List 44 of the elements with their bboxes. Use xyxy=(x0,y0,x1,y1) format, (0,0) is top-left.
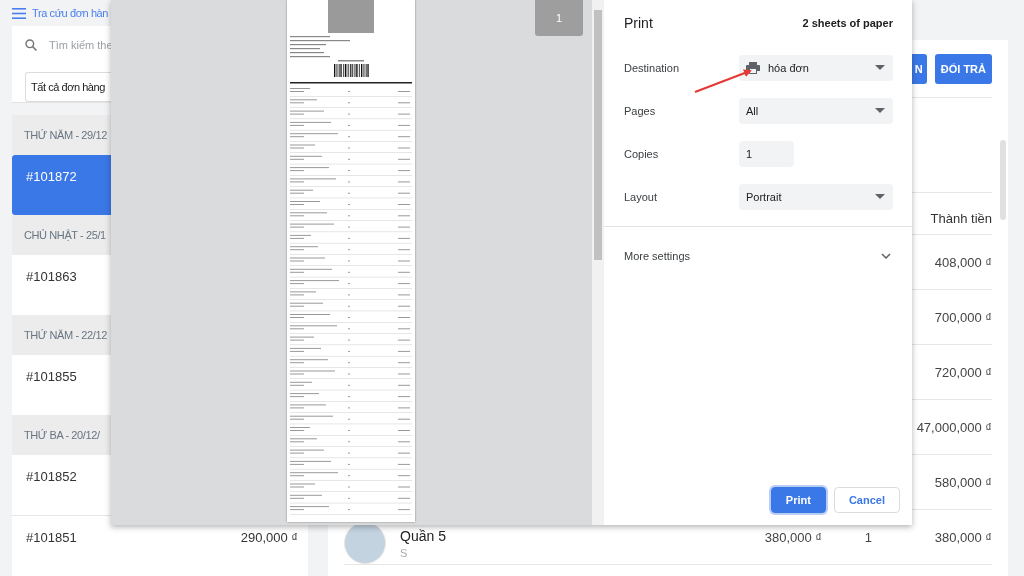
dropdown-caret-icon xyxy=(875,194,885,199)
product-variant: S xyxy=(400,546,409,559)
quantity: 1 xyxy=(864,529,872,545)
dropdown-caret-icon xyxy=(875,65,885,70)
printer-icon xyxy=(746,61,760,74)
page-number: 1 xyxy=(535,0,583,36)
scrollbar-thumb[interactable] xyxy=(1000,140,1006,220)
unit-price: 380,000 ₫ xyxy=(764,529,822,545)
setting-label: Layout xyxy=(624,190,659,203)
page-title: Tra cứu đơn hàn xyxy=(32,7,109,19)
action-button[interactable]: ĐỔI TRẢ xyxy=(934,54,992,84)
product-name: Quần 5 xyxy=(400,527,446,544)
more-settings-toggle[interactable]: More settings xyxy=(604,227,912,285)
order-id: #101872 xyxy=(26,169,77,186)
chevron-icon xyxy=(881,253,891,259)
line-total: 700,000 ₫ xyxy=(934,309,992,325)
search-field[interactable]: Tìm kiếm the xyxy=(49,39,249,51)
setting-label: Destination xyxy=(624,61,681,74)
dropdown-caret-icon xyxy=(875,108,885,113)
order-total: 290,000 ₫ xyxy=(240,530,298,547)
dropdown-select[interactable]: Portrait xyxy=(739,183,893,210)
copies-input[interactable]: 1 xyxy=(739,140,794,167)
order-id: #101852 xyxy=(26,469,77,486)
line-total: 720,000 ₫ xyxy=(934,364,992,380)
preview-scrollbar[interactable] xyxy=(592,0,604,525)
order-id: #101855 xyxy=(26,369,77,386)
menu-icon[interactable] xyxy=(12,7,26,19)
setting-label: Pages xyxy=(624,104,657,117)
setting-label: Copies xyxy=(624,147,660,160)
line-total: 580,000 ₫ xyxy=(934,474,992,490)
cancel-button[interactable]: Cancel xyxy=(833,487,900,513)
dialog-title: Print xyxy=(624,15,653,31)
column-header: Thành tiền xyxy=(930,211,992,226)
destination-select[interactable]: hóa đơn xyxy=(739,54,893,81)
print-button[interactable]: Print xyxy=(770,487,826,513)
dropdown-select[interactable]: All xyxy=(739,97,893,124)
order-id: #101863 xyxy=(26,269,77,286)
line-total: 408,000 ₫ xyxy=(934,254,992,270)
arrow-annotation xyxy=(694,69,752,93)
search-icon xyxy=(25,39,37,51)
line-total: 47,000,000 ₫ xyxy=(916,419,992,435)
order-id: #101851 xyxy=(26,530,77,547)
sheet-count: 2 sheets of paper xyxy=(802,17,893,29)
line-total: 380,000 ₫ xyxy=(934,529,992,545)
